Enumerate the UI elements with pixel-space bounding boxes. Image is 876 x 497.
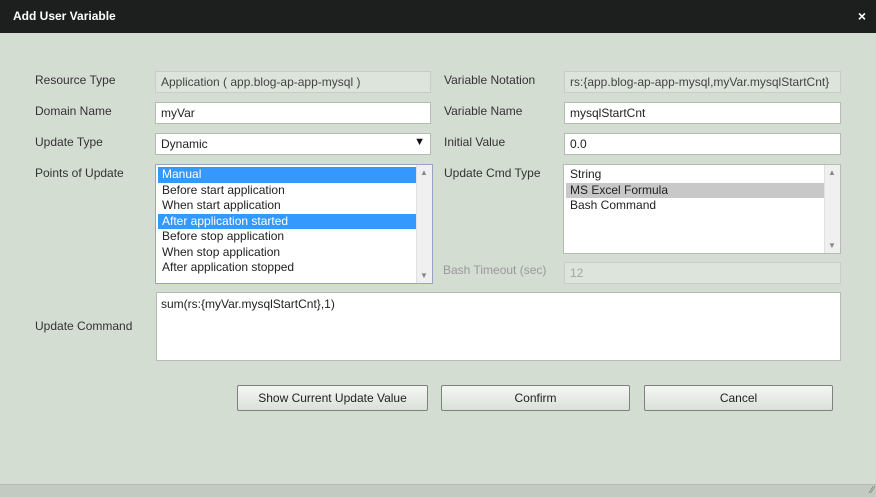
- add-user-variable-dialog: Resource Type Application ( app.blog-ap-…: [0, 33, 876, 497]
- domain-name-input[interactable]: myVar: [155, 102, 431, 124]
- scroll-down-icon[interactable]: ▼: [420, 271, 428, 280]
- dropdown-arrow-icon[interactable]: ▼: [414, 136, 425, 148]
- list-item[interactable]: Before stop application: [158, 229, 416, 245]
- list-item[interactable]: Manual: [158, 167, 416, 183]
- resource-type-field: Application ( app.blog-ap-app-mysql ): [155, 71, 431, 93]
- scroll-up-icon[interactable]: ▲: [420, 168, 428, 177]
- confirm-button[interactable]: Confirm: [441, 385, 630, 411]
- points-of-update-listbox[interactable]: Manual Before start application When start…: [155, 164, 433, 284]
- bash-timeout-input: 12: [564, 262, 841, 284]
- variable-notation-label: Variable Notation: [444, 73, 536, 87]
- update-cmd-type-label: Update Cmd Type: [444, 166, 541, 180]
- list-item[interactable]: Before start application: [158, 183, 416, 199]
- close-icon[interactable]: ×: [858, 8, 866, 24]
- list-item[interactable]: When start application: [158, 198, 416, 214]
- list-item[interactable]: When stop application: [158, 245, 416, 261]
- update-command-label: Update Command: [35, 319, 133, 333]
- list-item[interactable]: After application started: [158, 213, 416, 229]
- show-current-update-value-button[interactable]: Show Current Update Value: [237, 385, 428, 411]
- update-cmd-type-listbox[interactable]: String MS Excel Formula Bash Command ▲ ▼: [563, 164, 841, 254]
- resource-type-label: Resource Type: [35, 73, 116, 87]
- scroll-down-icon[interactable]: ▼: [828, 241, 836, 250]
- update-cmd-type-scrollbar[interactable]: ▲ ▼: [824, 165, 840, 253]
- title-bar: Add User Variable ×: [0, 0, 876, 33]
- initial-value-input[interactable]: 0.0: [564, 133, 841, 155]
- status-bar: ⁄⁄: [0, 484, 876, 497]
- bash-timeout-label: Bash Timeout (sec): [443, 263, 547, 277]
- dialog-title: Add User Variable: [13, 9, 116, 23]
- list-item[interactable]: String: [566, 167, 824, 183]
- points-of-update-label: Points of Update: [35, 166, 124, 180]
- cancel-button[interactable]: Cancel: [644, 385, 833, 411]
- variable-notation-field: rs:{app.blog-ap-app-mysql,myVar.mysqlSta…: [564, 71, 841, 93]
- list-item[interactable]: After application stopped: [158, 260, 416, 276]
- update-command-textarea[interactable]: sum(rs:{myVar.mysqlStartCnt},1): [156, 292, 841, 361]
- variable-name-label: Variable Name: [444, 104, 523, 118]
- update-type-select[interactable]: Dynamic ▼: [155, 133, 431, 155]
- resize-grip-icon[interactable]: ⁄⁄: [871, 485, 874, 496]
- initial-value-label: Initial Value: [444, 135, 506, 149]
- points-of-update-scrollbar[interactable]: ▲ ▼: [416, 165, 432, 283]
- list-item[interactable]: Bash Command: [566, 198, 824, 214]
- update-type-value: Dynamic: [161, 137, 208, 151]
- update-type-label: Update Type: [35, 135, 103, 149]
- scroll-up-icon[interactable]: ▲: [828, 168, 836, 177]
- variable-name-input[interactable]: mysqlStartCnt: [564, 102, 841, 124]
- domain-name-label: Domain Name: [35, 104, 112, 118]
- list-item[interactable]: MS Excel Formula: [566, 182, 824, 198]
